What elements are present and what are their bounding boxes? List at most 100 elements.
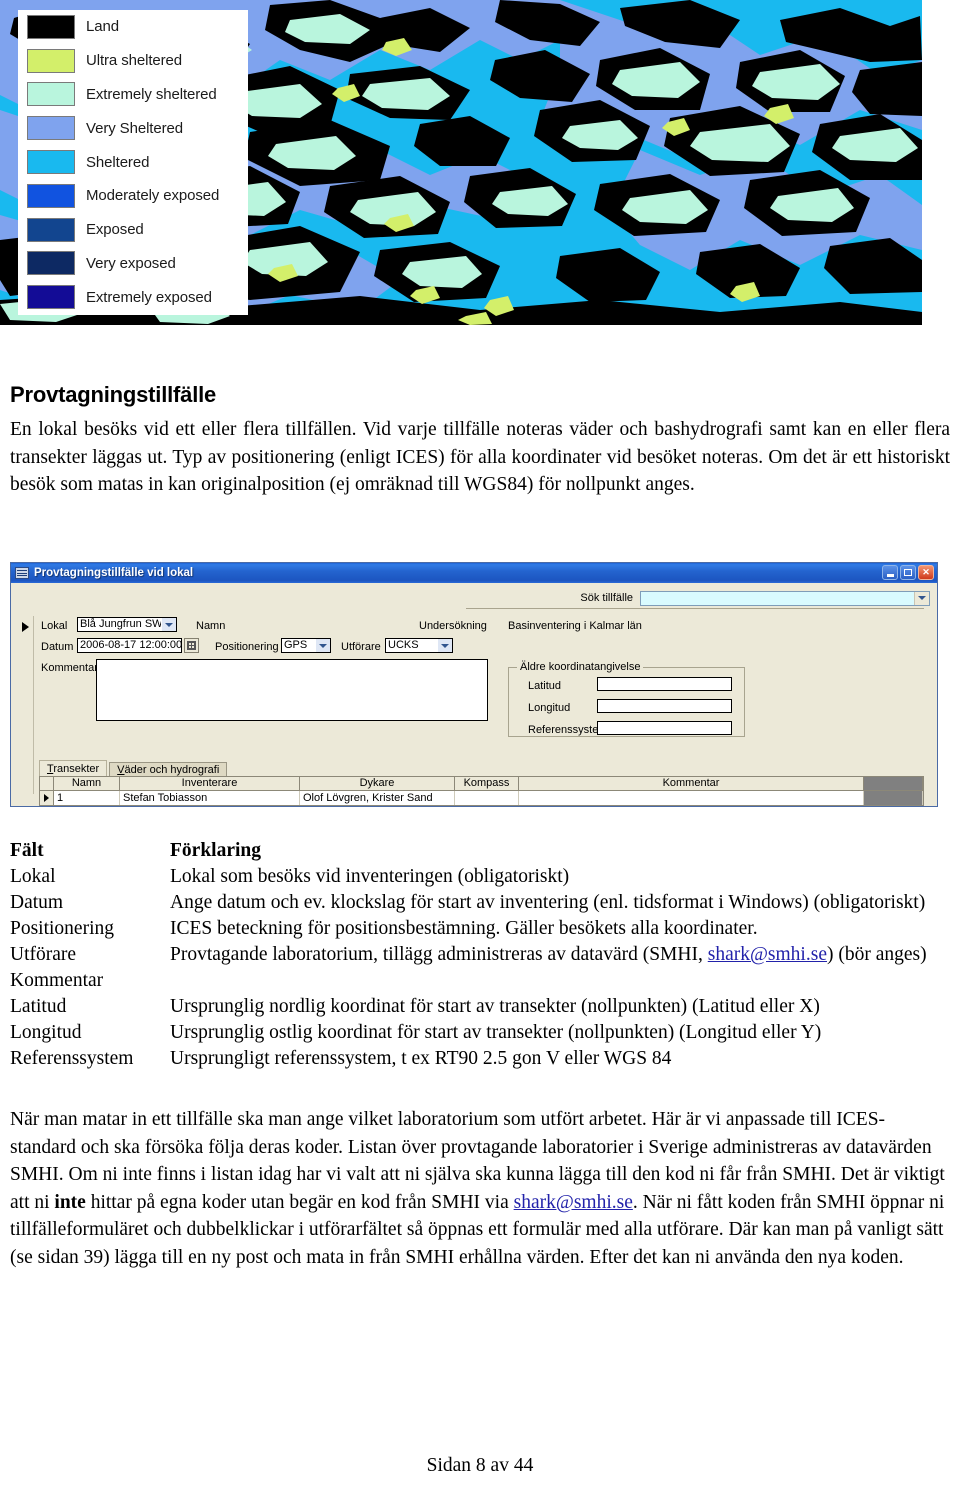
column-header-filler [864, 777, 923, 791]
calendar-icon [187, 641, 196, 650]
page-title: Provtagningstillfälle [10, 382, 217, 407]
form-titlebar: Provtagningstillfälle vid lokal ✕ [11, 563, 937, 583]
form-body: Sök tillfälle Lokal Blå Jungfrun SW Namn… [11, 583, 937, 806]
legend-swatch-sheltered [27, 150, 75, 175]
explanation-row-lokal: Lokal Lokal som besöks vid inventeringen… [10, 864, 955, 890]
cell-kommentar[interactable] [519, 791, 864, 805]
column-header-kommentar[interactable]: Kommentar [519, 777, 864, 791]
legend-label: Sheltered [86, 153, 150, 171]
cell-inventerare[interactable]: Stefan Tobiasson [120, 791, 300, 805]
referenssystem-input[interactable] [597, 721, 732, 735]
legend-label: Land [86, 18, 119, 36]
row-selector-header [40, 777, 54, 791]
legend-label: Extremely sheltered [86, 85, 217, 103]
chevron-down-icon[interactable] [914, 591, 929, 605]
legend-item: Land [18, 10, 248, 44]
cell-kompass[interactable] [455, 791, 519, 805]
legend-swatch-extremely-sheltered [27, 82, 75, 107]
explanation-field: Latitud [10, 996, 67, 1017]
latitud-label: Latitud [528, 680, 562, 692]
record-selector[interactable] [19, 616, 34, 794]
longitud-input[interactable] [597, 699, 732, 713]
column-header-inventerare[interactable]: Inventerare [120, 777, 300, 791]
kommentar-textarea[interactable] [96, 659, 488, 721]
explanation-row-positionering: Positionering ICES beteckning för positi… [10, 916, 955, 942]
lokal-label: Lokal [41, 620, 68, 632]
explanation-desc-pre: Provtagande laboratorium, tillägg admini… [170, 944, 708, 965]
explanation-row-datum: Datum Ange datum och ev. klockslag för s… [10, 890, 955, 916]
legend-item: Sheltered [18, 145, 248, 179]
explanation-row-kommentar: Kommentar [10, 968, 955, 994]
closing-text-2: hittar på egna koder utan begär en kod f… [85, 1191, 514, 1213]
legend-label: Exposed [86, 221, 144, 239]
page-footer: Sidan 8 av 44 [426, 1455, 534, 1476]
cell-dykare[interactable]: Olof Lövgren, Krister Sand [300, 791, 455, 805]
field-explanation-table: Fält Förklaring Lokal Lokal som besöks v… [10, 838, 955, 1072]
legend-label: Very Sheltered [86, 119, 183, 137]
tab-vader-hydrografi[interactable]: Väder och hydrografi [109, 762, 228, 777]
explanation-desc: Ange datum och ev. klockslag för start a… [170, 892, 926, 913]
email-link[interactable]: shark@smhi.se [514, 1192, 633, 1213]
close-button[interactable]: ✕ [918, 565, 934, 580]
transekter-datasheet[interactable]: Namn Inventerare Dykare Kompass Kommenta… [39, 776, 924, 806]
maximize-button[interactable] [900, 565, 916, 580]
legend-item: Extremely exposed [18, 280, 248, 314]
email-link[interactable]: shark@smhi.se [708, 944, 827, 965]
legend-item: Moderately exposed [18, 179, 248, 213]
explanation-row-referenssystem: Referenssystem Ursprungligt referenssyst… [10, 1046, 955, 1072]
cell-namn[interactable]: 1 [54, 791, 120, 805]
closing-paragraph-wrap: När man matar in ett tillfälle ska man a… [10, 1098, 950, 1271]
positionering-combobox[interactable]: GPS [281, 638, 331, 653]
latitud-input[interactable] [597, 677, 732, 691]
legend-swatch-ultra-sheltered [27, 48, 75, 73]
explanation-field: Lokal [10, 866, 56, 887]
explanation-desc: Provtagande laboratorium, tillägg admini… [170, 942, 955, 968]
explanation-desc: Ursprungligt referenssystem, t ex RT90 2… [170, 1048, 672, 1069]
calendar-button[interactable] [184, 638, 199, 653]
utforare-combobox[interactable]: UCKS [385, 638, 453, 653]
explanation-row-longitud: Longitud Ursprunglig ostlig koordinat fö… [10, 1020, 955, 1046]
explanation-header-field: Fält [10, 840, 44, 861]
column-header-kompass[interactable]: Kompass [455, 777, 519, 791]
column-header-namn[interactable]: Namn [54, 777, 120, 791]
search-tillfalle-row: Sök tillfälle [540, 590, 930, 606]
chevron-down-icon[interactable] [161, 618, 176, 631]
datum-input[interactable]: 2006-08-17 12:00:00 [77, 638, 182, 653]
legend-swatch-land [27, 14, 75, 39]
table-row[interactable]: 1 Stefan Tobiasson Olof Lövgren, Krister… [40, 791, 923, 805]
lokal-combobox[interactable]: Blå Jungfrun SW [77, 617, 177, 632]
row-selector[interactable] [40, 791, 54, 805]
explanation-field: Utförare [10, 944, 77, 965]
form-title: Provtagningstillfälle vid lokal [34, 567, 194, 579]
tab-transekter[interactable]: TTransekterransekter [39, 760, 108, 777]
legend-item: Very exposed [18, 247, 248, 281]
utforare-value: UCKS [388, 639, 419, 651]
explanation-desc: Ursprunglig ostlig koordinat för start a… [170, 1022, 822, 1043]
tab-strip: TTransekterransekter Väder och hydrograf… [39, 760, 229, 777]
current-record-arrow-icon [22, 622, 29, 632]
explanation-row-latitud: Latitud Ursprunglig nordlig koordinat fö… [10, 994, 955, 1020]
form-window-icon [15, 567, 29, 579]
access-form-screenshot: Provtagningstillfälle vid lokal ✕ Sök ti… [10, 562, 938, 807]
undersokning-label: Undersökning [419, 620, 487, 632]
legend-swatch-very-exposed [27, 251, 75, 276]
minimize-button[interactable] [882, 565, 898, 580]
legend-label: Ultra sheltered [86, 52, 183, 70]
closing-paragraph: När man matar in ett tillfälle ska man a… [10, 1106, 950, 1271]
chevron-down-icon[interactable] [315, 639, 330, 652]
explanation-desc-post: ) (bör anges) [826, 944, 927, 965]
explanation-header-desc: Förklaring [170, 840, 261, 861]
legend-label: Extremely exposed [86, 288, 212, 306]
explanation-desc: ICES beteckning för positionsbestämning.… [170, 918, 758, 939]
explanation-field: Positionering [10, 918, 115, 939]
legend-item: Extremely sheltered [18, 78, 248, 112]
column-header-dykare[interactable]: Dykare [300, 777, 455, 791]
search-input[interactable] [640, 590, 930, 606]
positionering-label: Positionering [215, 641, 279, 653]
undersokning-value: Basinventering i Kalmar län [508, 620, 642, 632]
chevron-down-icon[interactable] [437, 639, 452, 652]
explanation-desc: Lokal som besöks vid inventeringen (obli… [170, 866, 570, 887]
intro-paragraph: En lokal besöks vid ett eller flera till… [10, 419, 950, 495]
explanation-field: Referenssystem [10, 1048, 134, 1069]
legend-swatch-exposed [27, 217, 75, 242]
